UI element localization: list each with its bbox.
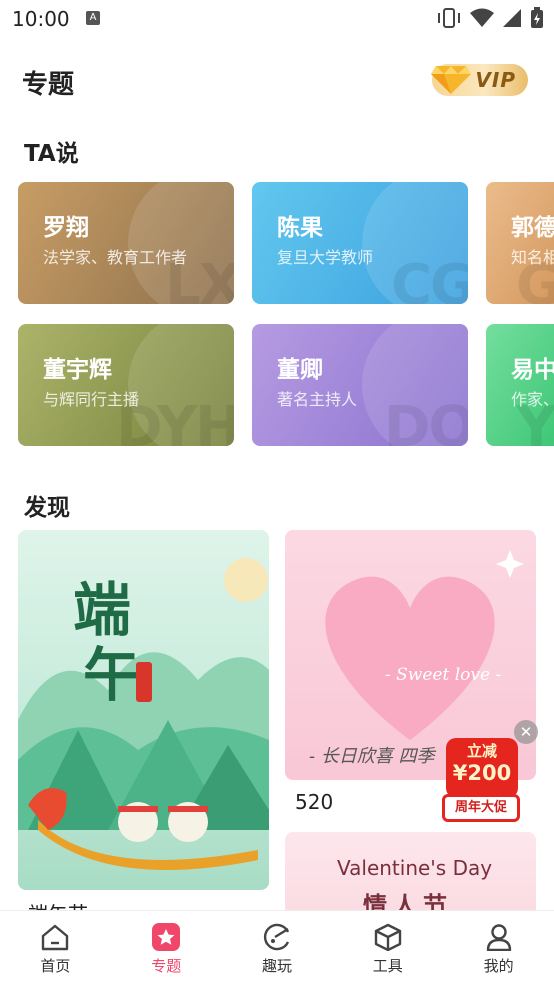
ta-card-luoxiang[interactable]: LX 罗翔 法学家、教育工作者 — [18, 182, 234, 304]
tab-fun[interactable]: 趣玩 — [222, 911, 333, 985]
card-desc: 著名主持人 — [277, 390, 358, 409]
card-desc: 知名相 — [511, 248, 554, 267]
promo-badge[interactable]: ✕ 立减 ¥200 周年大促 — [442, 720, 538, 832]
tab-mine[interactable]: 我的 — [443, 911, 554, 985]
duanwu-illustration: 端 午 — [18, 558, 269, 870]
card-name: 董卿 — [277, 357, 323, 383]
valentine-title-en: Valentine's Day — [337, 856, 493, 880]
tab-home[interactable]: 首页 — [0, 911, 111, 985]
play-icon — [263, 923, 290, 951]
card-initials: DQ — [383, 395, 468, 446]
card-name: 陈果 — [277, 215, 323, 241]
discover-section-title: 发现 — [24, 495, 70, 521]
page-title: 专题 — [22, 70, 75, 100]
home-icon — [42, 924, 69, 951]
valentine-title-cn: 情人节 — [363, 892, 453, 910]
tab-topics[interactable]: 专题 — [111, 911, 222, 985]
svg-text:端: 端 — [73, 576, 131, 644]
card-desc: 复旦大学教师 — [277, 248, 374, 267]
svg-text:- 长日欣喜 四季: - 长日欣喜 四季 — [309, 746, 437, 767]
ta-card-guode[interactable]: G 郭德 知名相 — [486, 182, 554, 304]
tab-label: 我的 — [483, 957, 514, 975]
promo-tag: 周年大促 — [442, 794, 520, 822]
card-name: 郭德 — [511, 215, 554, 241]
discover-caption-520: 520 — [295, 790, 334, 814]
card-name: 罗翔 — [43, 215, 89, 241]
svg-text:午: 午 — [83, 641, 141, 709]
battery-icon — [531, 7, 543, 28]
ta-card-chenguo[interactable]: CG 陈果 复旦大学教师 — [252, 182, 468, 304]
star-icon — [152, 923, 181, 951]
tab-label: 首页 — [40, 957, 71, 975]
ta-card-dongyuhui[interactable]: DYH 董宇辉 与辉同行主播 — [18, 324, 234, 446]
promo-line2: ¥200 — [452, 761, 512, 785]
status-bar: 10:00 A — [0, 0, 554, 38]
tab-tools[interactable]: 工具 — [332, 911, 443, 985]
notification-icon: A — [86, 11, 100, 25]
discover-caption-duanwu: 端午节 — [28, 898, 88, 910]
ta-card-dongqing[interactable]: DQ 董卿 著名主持人 — [252, 324, 468, 446]
vibrate-icon — [438, 8, 460, 28]
discover-card-valentine[interactable]: Valentine's Day 情人节 — [285, 832, 536, 910]
card-desc: 法学家、教育工作者 — [43, 248, 188, 267]
content-area: TA说 LX 罗翔 法学家、教育工作者 CG 陈果 复旦大学教师 G 郭德 知名… — [0, 118, 554, 910]
vip-button[interactable]: VIP — [431, 64, 528, 96]
diamond-icon — [431, 66, 471, 94]
card-name: 董宇辉 — [43, 357, 112, 383]
tab-label: 工具 — [372, 957, 403, 975]
card-desc: 与辉同行主播 — [43, 390, 140, 409]
wifi-icon — [470, 8, 494, 27]
user-icon — [486, 924, 511, 951]
signal-icon — [503, 9, 521, 27]
tab-label: 趣玩 — [261, 957, 292, 975]
svg-text:- Sweet love -: - Sweet love - — [385, 665, 501, 685]
status-time: 10:00 — [12, 7, 70, 31]
box-icon — [374, 923, 401, 951]
promo-line1: 立减 — [466, 742, 497, 760]
vip-label: VIP — [475, 68, 516, 92]
card-desc: 作家、 — [511, 390, 554, 409]
ta-section-title: TA说 — [24, 141, 79, 167]
tab-label: 专题 — [151, 957, 182, 975]
card-name: 易中 — [511, 357, 554, 383]
bottom-tab-bar: 首页 专题 趣玩 工具 我的 — [0, 910, 554, 985]
discover-card-duanwu[interactable]: 端 午 — [18, 530, 269, 890]
ta-card-yizhong[interactable]: Y 易中 作家、 — [486, 324, 554, 446]
card-initials: CG — [390, 253, 468, 304]
